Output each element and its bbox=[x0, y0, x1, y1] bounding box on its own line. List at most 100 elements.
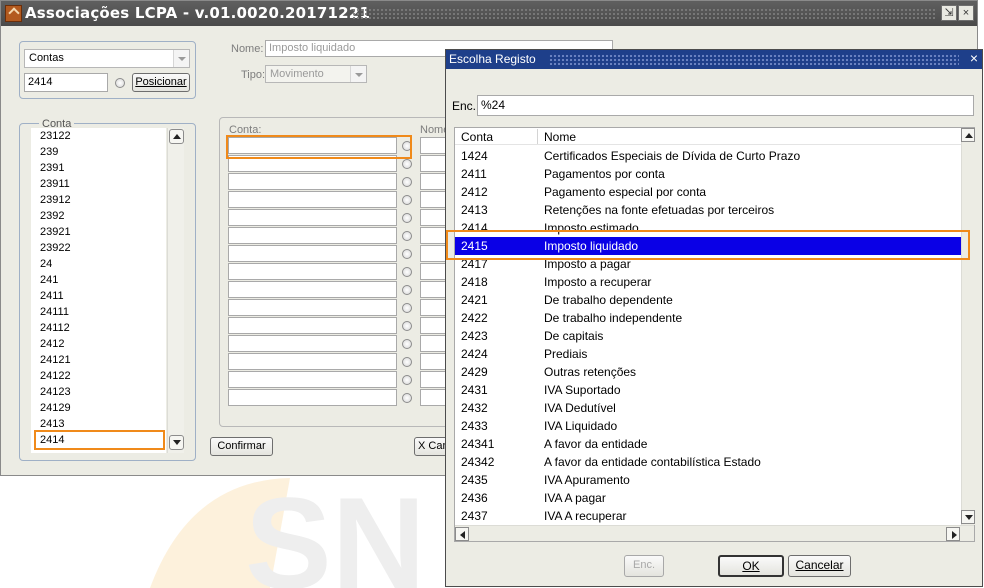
scroll-down-icon[interactable] bbox=[961, 510, 975, 524]
table-row[interactable]: 2431 IVA Suportado bbox=[455, 381, 961, 399]
grid-lookup-radio[interactable] bbox=[402, 195, 412, 205]
table-row[interactable]: 2433 IVA Liquidado bbox=[455, 417, 961, 435]
table-row[interactable]: 2417 Imposto a pagar bbox=[455, 255, 961, 273]
grid-lookup-radio[interactable] bbox=[402, 285, 412, 295]
grid-conta-input[interactable] bbox=[228, 299, 397, 316]
grid-vertical-scrollbar[interactable] bbox=[961, 128, 975, 525]
grid-lookup-radio[interactable] bbox=[402, 357, 412, 367]
column-header-nome[interactable]: Nome bbox=[544, 130, 576, 144]
grid-conta-input[interactable] bbox=[228, 191, 397, 208]
list-item[interactable]: 24122 bbox=[40, 370, 71, 382]
table-row[interactable]: 24341 A favor da entidade bbox=[455, 435, 961, 453]
list-item[interactable]: 24 bbox=[40, 258, 52, 270]
grid-conta-input[interactable] bbox=[228, 137, 397, 154]
list-item[interactable]: 239 bbox=[40, 146, 58, 158]
table-row[interactable]: 2412 Pagamento especial por conta bbox=[455, 183, 961, 201]
close-icon[interactable]: × bbox=[970, 50, 978, 66]
grid-conta-input[interactable] bbox=[228, 155, 397, 172]
table-row[interactable]: 2418 Imposto a recuperar bbox=[455, 273, 961, 291]
list-item[interactable]: 24123 bbox=[40, 386, 71, 398]
conta-list[interactable]: 23122 239 2391 23911 23912 2392 23921 23… bbox=[31, 128, 166, 453]
list-item[interactable]: 2411 bbox=[40, 290, 64, 302]
grid-lookup-radio[interactable] bbox=[402, 339, 412, 349]
scroll-up-icon[interactable] bbox=[169, 129, 184, 144]
cell-conta: 2431 bbox=[461, 383, 488, 397]
table-row[interactable]: 2424 Prediais bbox=[455, 345, 961, 363]
grid-conta-input[interactable] bbox=[228, 227, 397, 244]
list-item[interactable]: 24111 bbox=[40, 306, 69, 318]
grid-lookup-radio[interactable] bbox=[402, 321, 412, 331]
grid-lookup-radio[interactable] bbox=[402, 231, 412, 241]
table-row[interactable]: 2421 De trabalho dependente bbox=[455, 291, 961, 309]
table-row[interactable]: 2437 IVA A recuperar bbox=[455, 507, 961, 525]
grid-lookup-radio[interactable] bbox=[402, 141, 412, 151]
type-select[interactable]: Contas bbox=[24, 49, 190, 68]
scroll-down-icon[interactable] bbox=[169, 435, 184, 450]
scroll-right-icon[interactable] bbox=[946, 527, 960, 541]
grid-lookup-radio[interactable] bbox=[402, 177, 412, 187]
list-item[interactable]: 24121 bbox=[40, 354, 71, 366]
close-button[interactable]: × bbox=[958, 5, 974, 21]
posicionar-button[interactable]: Posicionar bbox=[132, 73, 190, 92]
table-row[interactable]: 24342 A favor da entidade contabilística … bbox=[455, 453, 961, 471]
list-item[interactable]: 2413 bbox=[40, 418, 64, 430]
list-item[interactable]: 23122 bbox=[40, 130, 71, 142]
grid-lookup-radio[interactable] bbox=[402, 249, 412, 259]
conta-list-scrollbar[interactable] bbox=[167, 128, 184, 453]
scroll-left-icon[interactable] bbox=[455, 527, 469, 541]
table-row[interactable]: 1424 Certificados Especiais de Dívida de … bbox=[455, 147, 961, 165]
list-item[interactable]: 2392 bbox=[40, 210, 64, 222]
tipo-select: Movimento bbox=[265, 65, 367, 83]
table-row[interactable]: 2415 Imposto liquidado bbox=[455, 237, 961, 255]
cancelar-dialog-button[interactable]: Cancelar bbox=[788, 555, 851, 577]
enc-search-input[interactable]: %24 bbox=[477, 95, 974, 116]
table-row[interactable]: 2429 Outras retenções bbox=[455, 363, 961, 381]
scroll-up-icon[interactable] bbox=[961, 128, 975, 142]
restore-button[interactable]: ⇲ bbox=[941, 5, 957, 21]
grid-lookup-radio[interactable] bbox=[402, 393, 412, 403]
cell-nome: Certificados Especiais de Dívida de Curt… bbox=[544, 149, 801, 163]
list-item[interactable]: 24129 bbox=[40, 402, 71, 414]
table-row[interactable]: 2423 De capitais bbox=[455, 327, 961, 345]
grid-lookup-radio[interactable] bbox=[402, 267, 412, 277]
table-row[interactable]: 2435 IVA Apuramento bbox=[455, 471, 961, 489]
grid-conta-input[interactable] bbox=[228, 317, 397, 334]
grid-conta-input[interactable] bbox=[228, 371, 397, 388]
table-row[interactable]: 2414 Imposto estimado bbox=[455, 219, 961, 237]
grid-conta-input[interactable] bbox=[228, 245, 397, 262]
list-item[interactable]: 2391 bbox=[40, 162, 64, 174]
list-item[interactable]: 241 bbox=[40, 274, 58, 286]
grid-conta-input[interactable] bbox=[228, 389, 397, 406]
table-row[interactable]: 2436 IVA A pagar bbox=[455, 489, 961, 507]
list-item[interactable]: 23912 bbox=[40, 194, 71, 206]
conta-search-radio[interactable] bbox=[115, 78, 125, 88]
grid-lookup-radio[interactable] bbox=[402, 159, 412, 169]
table-row[interactable]: 2432 IVA Dedutível bbox=[455, 399, 961, 417]
table-row[interactable]: 2413 Retenções na fonte efetuadas por ter… bbox=[455, 201, 961, 219]
table-row[interactable]: 2411 Pagamentos por conta bbox=[455, 165, 961, 183]
grid-conta-input[interactable] bbox=[228, 281, 397, 298]
cell-conta: 2424 bbox=[461, 347, 488, 361]
ok-button[interactable]: OK bbox=[718, 555, 784, 577]
grid-conta-input[interactable] bbox=[228, 209, 397, 226]
list-item[interactable]: 23911 bbox=[40, 178, 70, 190]
grid-lookup-radio[interactable] bbox=[402, 213, 412, 223]
grid-conta-input[interactable] bbox=[228, 263, 397, 280]
grid-horizontal-scrollbar[interactable] bbox=[455, 525, 974, 541]
table-row[interactable]: 2422 De trabalho independente bbox=[455, 309, 961, 327]
confirmar-button[interactable]: Confirmar bbox=[210, 437, 273, 456]
grid-lookup-radio[interactable] bbox=[402, 303, 412, 313]
list-item[interactable]: 23922 bbox=[40, 242, 71, 254]
grid-conta-input[interactable] bbox=[228, 173, 397, 190]
list-item[interactable]: 23921 bbox=[40, 226, 71, 238]
column-header-conta[interactable]: Conta bbox=[461, 130, 493, 144]
grid-conta-input[interactable] bbox=[228, 353, 397, 370]
background-watermark: SN bbox=[150, 470, 426, 588]
cell-nome: De capitais bbox=[544, 329, 604, 343]
grid-conta-input[interactable] bbox=[228, 335, 397, 352]
list-item[interactable]: 2412 bbox=[40, 338, 64, 350]
list-item[interactable]: 24112 bbox=[40, 322, 70, 334]
conta-search-input[interactable]: 2414 bbox=[24, 73, 108, 92]
grid-lookup-radio[interactable] bbox=[402, 375, 412, 385]
list-item[interactable]: 2414 bbox=[40, 434, 64, 446]
